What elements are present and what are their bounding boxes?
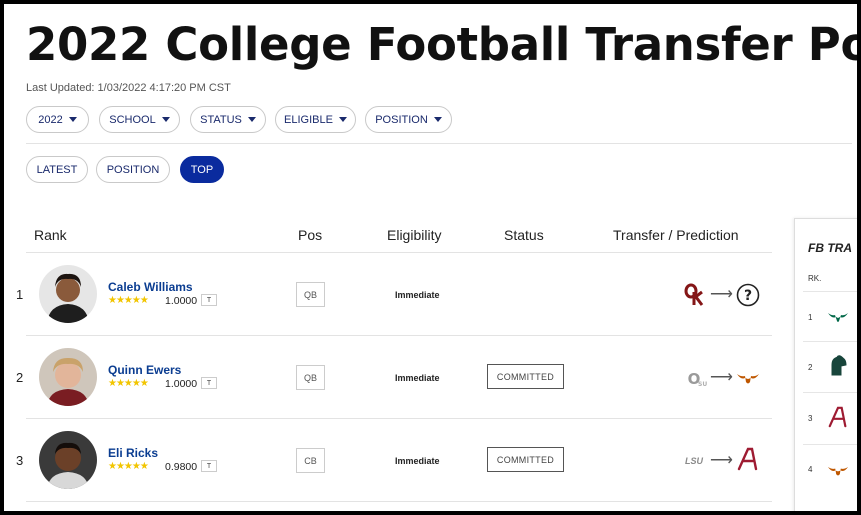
filter-position-label: POSITION	[375, 113, 428, 126]
tab-position-label: POSITION	[106, 163, 160, 176]
divider	[26, 501, 772, 502]
header-eligibility: Eligibility	[387, 227, 442, 243]
eligibility-value: Immediate	[395, 456, 440, 466]
divider	[26, 143, 852, 144]
player-name-link[interactable]: Eli Ricks	[108, 446, 158, 460]
tab-top-label: TOP	[190, 163, 214, 176]
divider	[803, 392, 857, 393]
panel-rank-number: 2	[808, 363, 813, 372]
alabama-logo-icon[interactable]	[736, 447, 760, 471]
texas-longhorn-icon[interactable]	[827, 459, 849, 481]
filter-status-dropdown[interactable]: STATUS	[190, 106, 266, 133]
panel-rank-number: 1	[808, 313, 813, 322]
transfer-badge: T	[201, 460, 217, 472]
status-badge: COMMITTED	[487, 447, 564, 472]
caret-down-icon	[161, 117, 170, 122]
avatar[interactable]	[39, 348, 97, 406]
filter-year-dropdown[interactable]: 2022	[26, 106, 89, 133]
header-pos: Pos	[298, 227, 323, 243]
svg-text:?: ?	[744, 288, 752, 304]
filter-school-label: SCHOOL	[109, 113, 156, 126]
caret-down-icon	[68, 117, 77, 122]
player-rating: 1.0000	[165, 378, 198, 390]
player-name-link[interactable]: Caleb Williams	[108, 280, 193, 294]
filter-school-dropdown[interactable]: SCHOOL	[99, 106, 180, 133]
caret-down-icon	[433, 117, 442, 122]
position-badge: CB	[296, 448, 325, 473]
header-transfer: Transfer / Prediction	[613, 227, 739, 243]
rank-number: 2	[16, 370, 24, 385]
page-frame: 2022 College Football Transfer Portal La…	[4, 4, 857, 511]
transfer-arrow-icon: ⟶	[710, 369, 733, 386]
svg-text:SU: SU	[698, 381, 707, 388]
usf-bull-logo-icon[interactable]	[827, 305, 849, 327]
filter-eligible-label: ELIGIBLE	[284, 113, 333, 126]
divider	[803, 291, 857, 292]
position-badge: QB	[296, 365, 325, 390]
filter-status-label: STATUS	[200, 113, 242, 126]
filter-position-dropdown[interactable]: POSITION	[365, 106, 452, 133]
eligibility-value: Immediate	[395, 290, 440, 300]
player-rating: 0.9800	[165, 461, 198, 473]
divider	[803, 341, 857, 342]
divider	[26, 335, 772, 336]
transfer-badge: T	[201, 294, 217, 306]
transfer-badge: T	[201, 377, 217, 389]
filter-eligible-dropdown[interactable]: ELIGIBLE	[275, 106, 356, 133]
caret-down-icon	[338, 117, 347, 122]
player-rating: 1.0000	[165, 295, 198, 307]
eligibility-value: Immediate	[395, 373, 440, 383]
panel-rank-header: RK.	[808, 274, 822, 283]
position-badge: QB	[296, 282, 325, 307]
star-rating: ★★★★★	[108, 378, 149, 389]
tab-top[interactable]: TOP	[180, 156, 224, 183]
star-rating: ★★★★★	[108, 295, 149, 306]
transfer-arrow-icon: ⟶	[710, 286, 733, 303]
star-rating: ★★★★★	[108, 461, 149, 472]
panel-rank-number: 3	[808, 414, 813, 423]
filter-year-label: 2022	[38, 113, 63, 126]
avatar[interactable]	[39, 431, 97, 489]
team-rankings-panel: FB TRA RK. 1 2 3 4	[794, 218, 857, 511]
oklahoma-logo-icon[interactable]	[681, 282, 707, 308]
player-name-link[interactable]: Quinn Ewers	[108, 363, 181, 377]
divider	[803, 444, 857, 445]
rank-number: 1	[16, 287, 24, 302]
last-updated: Last Updated: 1/03/2022 4:17:20 PM CST	[26, 82, 231, 94]
tab-position[interactable]: POSITION	[96, 156, 170, 183]
panel-rank-number: 4	[808, 465, 813, 474]
divider	[26, 418, 772, 419]
spartan-helmet-icon[interactable]	[827, 355, 849, 377]
texas-longhorn-icon[interactable]	[736, 366, 760, 390]
lsu-logo-icon[interactable]: LSU	[681, 448, 707, 474]
caret-down-icon	[247, 117, 256, 122]
alabama-logo-icon[interactable]	[827, 406, 849, 428]
ohio-state-logo-icon[interactable]: O SU	[681, 365, 707, 391]
status-badge: COMMITTED	[487, 364, 564, 389]
header-rank: Rank	[34, 227, 67, 243]
header-status: Status	[504, 227, 544, 243]
panel-title: FB TRA	[808, 241, 852, 255]
avatar[interactable]	[39, 265, 97, 323]
divider	[26, 252, 772, 253]
rank-number: 3	[16, 453, 24, 468]
question-icon[interactable]: ?	[736, 283, 760, 307]
page-title: 2022 College Football Transfer Portal	[26, 18, 857, 71]
tab-latest[interactable]: LATEST	[26, 156, 88, 183]
transfer-arrow-icon: ⟶	[710, 452, 733, 469]
tab-latest-label: LATEST	[36, 163, 78, 176]
